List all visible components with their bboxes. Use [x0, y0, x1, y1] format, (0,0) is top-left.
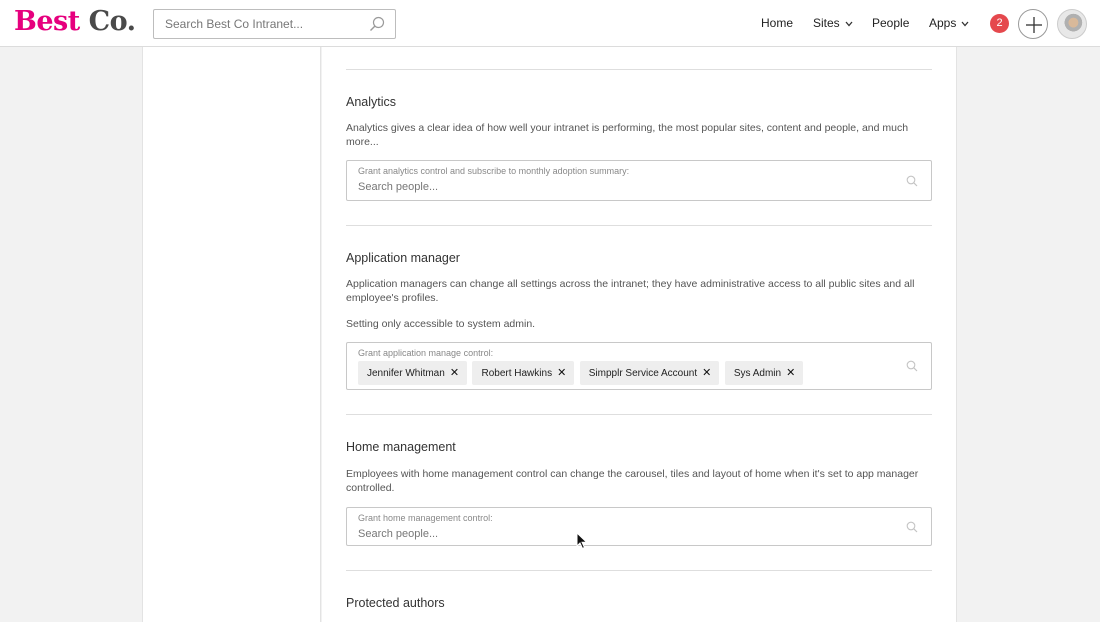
section-divider: [346, 570, 932, 571]
search-icon: [906, 175, 918, 187]
person-chip: Simpplr Service Account ✕: [579, 361, 720, 385]
section-divider: [346, 225, 932, 226]
chip-label: Jennifer Whitman: [367, 368, 445, 379]
brand-logo[interactable]: Best Co.: [14, 6, 136, 37]
nav-apps[interactable]: Apps: [929, 16, 969, 30]
plus-icon: [1026, 17, 1042, 33]
logo-text-co: Co.: [88, 6, 136, 37]
nav-people-label: People: [872, 16, 910, 30]
nav-apps-label: Apps: [929, 16, 957, 30]
add-button[interactable]: [1018, 9, 1048, 39]
chevron-down-icon: [961, 21, 969, 27]
mouse-cursor-icon: [576, 532, 588, 550]
analytics-description: Analytics gives a clear idea of how well…: [346, 122, 909, 148]
close-icon[interactable]: ✕: [450, 361, 459, 385]
selected-people-chips: Jennifer Whitman ✕ Robert Hawkins ✕ Simppl…: [358, 361, 804, 385]
analytics-people-input[interactable]: [347, 178, 887, 196]
section-divider: [346, 414, 932, 415]
analytics-title: Analytics: [346, 95, 397, 109]
protected-authors-title: Protected authors: [346, 596, 445, 610]
chip-label: Sys Admin: [733, 368, 782, 379]
global-search-input[interactable]: [154, 10, 364, 38]
app-manager-people-field[interactable]: Grant application manage control: Jennif…: [346, 342, 932, 390]
home-management-people-field[interactable]: Grant home management control:: [346, 507, 932, 546]
left-sidebar: [142, 47, 321, 622]
global-search[interactable]: [153, 9, 396, 39]
chip-label: Robert Hawkins: [481, 368, 553, 379]
search-icon: [906, 521, 918, 533]
search-icon[interactable]: [369, 16, 385, 32]
person-chip: Robert Hawkins ✕: [472, 361, 575, 385]
top-header: Best Co. Home Sites People Apps 2: [0, 0, 1100, 47]
close-icon[interactable]: ✕: [557, 361, 566, 385]
user-avatar[interactable]: [1057, 9, 1087, 39]
search-icon: [906, 360, 918, 372]
analytics-people-field[interactable]: Grant analytics control and subscribe to…: [346, 160, 932, 201]
home-management-title: Home management: [346, 440, 456, 454]
nav-sites-label: Sites: [813, 16, 840, 30]
close-icon[interactable]: ✕: [702, 361, 711, 385]
nav-home[interactable]: Home: [761, 16, 793, 30]
nav-sites[interactable]: Sites: [813, 16, 853, 30]
nav-home-label: Home: [761, 16, 794, 30]
home-management-description: Employees with home management control c…: [346, 468, 919, 494]
person-chip: Jennifer Whitman ✕: [358, 361, 468, 385]
logo-text-best: Best: [14, 6, 80, 37]
app-manager-title: Application manager: [346, 251, 460, 265]
app-manager-description: Application managers can change all sett…: [346, 278, 915, 304]
home-management-people-input[interactable]: [347, 525, 887, 543]
home-management-field-label: Grant home management control:: [358, 513, 493, 523]
section-divider: [346, 69, 932, 70]
app-manager-field-label: Grant application manage control:: [358, 348, 494, 358]
app-manager-note: Setting only accessible to system admin.: [346, 318, 536, 330]
person-chip: Sys Admin ✕: [724, 361, 804, 385]
notification-badge[interactable]: 2: [990, 14, 1009, 33]
chevron-down-icon: [845, 21, 853, 27]
nav-people[interactable]: People: [872, 16, 909, 30]
chip-label: Simpplr Service Account: [588, 368, 698, 379]
close-icon[interactable]: ✕: [786, 361, 795, 385]
analytics-field-label: Grant analytics control and subscribe to…: [358, 166, 630, 176]
